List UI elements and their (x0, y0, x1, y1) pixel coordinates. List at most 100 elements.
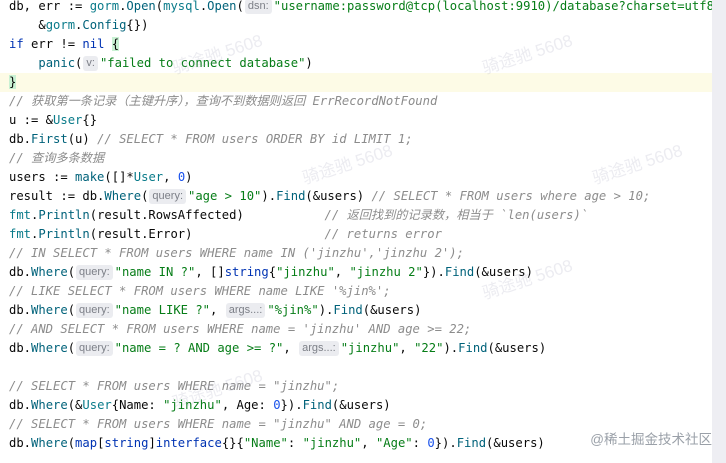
code-token: "22" (414, 341, 444, 355)
code-token: ( (236, 0, 244, 13)
code-token: if (9, 37, 24, 51)
faint-watermark: 骑途驰 5608 (589, 140, 685, 188)
code-token: : (287, 436, 303, 450)
code-comment: // 查询多条数据 (9, 151, 105, 165)
code-line-16: // LIKE SELECT * FROM users WHERE name L… (9, 282, 391, 301)
code-token: {} (82, 113, 98, 127)
code-token: db. (9, 303, 32, 317)
code-token: , (283, 341, 299, 355)
code-line-24: db.Where(map[string]interface{}{"Name": … (9, 434, 545, 453)
code-token: db. (9, 132, 32, 146)
code-token: ). (261, 189, 277, 203)
code-editor[interactable]: db, err := gorm.Open(mysql.Open(dsn: "use… (0, 0, 712, 463)
code-token: , (210, 303, 225, 317)
code-token: "jinzhu" (276, 265, 335, 279)
code-token: db, err := (9, 0, 90, 13)
code-token: ). (443, 341, 459, 355)
code-token: "Name" (243, 436, 288, 450)
code-token: {Name: (111, 398, 164, 412)
parameter-hint: v: (83, 56, 98, 71)
code-token: (&users) (362, 303, 422, 317)
code-line-12: fmt.Println(result.RowsAffected) // 返回找到… (9, 206, 588, 225)
parameter-hint: args...: (225, 303, 266, 318)
code-token: interface (155, 436, 222, 450)
code-token: "%jin%" (267, 303, 319, 317)
parameter-hint: query: (76, 341, 113, 356)
code-token: "name IN ?" (114, 265, 196, 279)
code-token: 0 (427, 436, 435, 450)
code-line-7: u := &User{} (9, 111, 97, 130)
code-token: "jinzhu" (163, 398, 222, 412)
code-token: Where (31, 398, 68, 412)
code-token: fmt (9, 208, 32, 222)
code-token: : (412, 436, 428, 450)
code-token: { (268, 265, 277, 279)
code-token: (& (67, 398, 83, 412)
code-token: err != (23, 37, 83, 51)
code-token: , (334, 265, 350, 279)
code-token: map (75, 436, 98, 450)
code-token: ( (141, 189, 149, 203)
code-token: (&users) (474, 265, 533, 279)
code-line-18: // AND SELECT * FROM users WHERE name = … (9, 320, 471, 339)
brace-match: { (111, 37, 120, 51)
code-token: ). (318, 303, 334, 317)
code-line-4: panic(v: "failed to connect database") (9, 54, 313, 73)
code-line-5: } (0, 73, 712, 92)
code-token: {}{ (221, 436, 244, 450)
code-token: ( (67, 303, 76, 317)
code-token: First (31, 132, 68, 146)
code-token: result := db. (9, 189, 105, 203)
code-token: {}) (126, 18, 149, 32)
code-comment: // LIKE SELECT * FROM users WHERE name L… (9, 284, 391, 298)
code-token: ( (67, 436, 76, 450)
code-token: Find (302, 398, 332, 412)
code-token: Find (444, 265, 475, 279)
faint-watermark: 骑途驰 5608 (479, 30, 575, 78)
code-token: }). (280, 398, 303, 412)
code-token: "name = ? AND age >= ?" (114, 341, 284, 355)
code-line-6: // 获取第一条记录（主键升序），查询不到数据则返回 ErrRecordNotF… (9, 92, 437, 111)
code-comment: // SELECT * FROM users ORDER BY id LIMIT… (97, 132, 413, 146)
parameter-hint: query: (149, 189, 186, 204)
code-token: panic (38, 56, 76, 70)
code-comment: // IN SELECT * FROM users WHERE name IN … (9, 246, 464, 260)
code-comment: // SELECT * FROM users where age > 10; (371, 189, 651, 203)
code-line-10: users := make([]*User, 0) (9, 168, 193, 187)
code-token: User (53, 113, 83, 127)
code-token: Where (31, 303, 68, 317)
code-token: ) (305, 56, 313, 70)
code-token: (&users) (486, 436, 545, 450)
code-token: (&users) (487, 341, 547, 355)
code-token: , (361, 436, 376, 450)
code-comment: // SELECT * FROM users WHERE name = "jin… (9, 379, 340, 393)
side-strip (712, 0, 726, 463)
code-comment: // AND SELECT * FROM users WHERE name = … (9, 322, 472, 336)
code-token: Where (31, 265, 68, 279)
code-token: 0 (273, 398, 281, 412)
code-token: , (399, 341, 415, 355)
code-comment: // returns error (324, 227, 442, 241)
code-token: mysql (163, 0, 200, 13)
code-token: db. (9, 398, 32, 412)
code-token: Open (207, 0, 237, 13)
code-token: , (163, 170, 178, 184)
code-token: }). (422, 265, 445, 279)
code-token: ([]* (104, 170, 134, 184)
code-token: ( (75, 56, 83, 70)
code-token: fmt (9, 227, 32, 241)
code-token: db. (9, 265, 32, 279)
code-token: "Age" (375, 436, 413, 450)
code-token: db. (9, 341, 32, 355)
code-token: ] (148, 436, 156, 450)
code-token: Where (31, 341, 68, 355)
code-line-3: if err != nil { (9, 35, 120, 54)
code-comment: // 获取第一条记录（主键升序），查询不到数据则返回 ErrRecordNotF… (9, 94, 438, 108)
code-line-19: db.Where(query: "name = ? AND age >= ?", … (9, 339, 546, 358)
code-token: , [] (195, 265, 225, 279)
code-token: "jinzhu" (340, 341, 400, 355)
code-token: Println (38, 208, 90, 222)
code-line-2: &gorm.Config{}) (9, 16, 148, 35)
